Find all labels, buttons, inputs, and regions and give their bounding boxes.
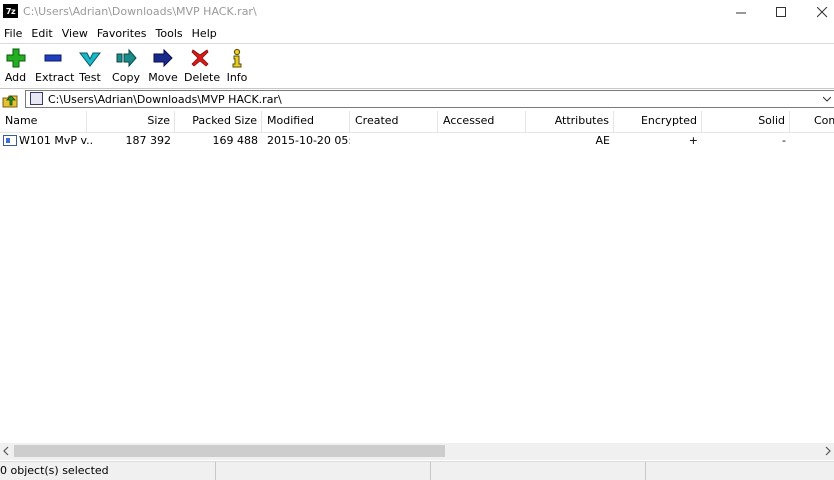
app-icon[interactable]: 7z <box>3 4 18 18</box>
move-arrow-icon <box>153 48 173 68</box>
close-icon <box>817 6 828 17</box>
checkmark-icon <box>79 52 101 67</box>
file-packed-size: 169 488 <box>212 134 259 147</box>
column-solid[interactable]: Solid <box>702 111 790 132</box>
copy-label: Copy <box>112 71 140 84</box>
plus-icon <box>6 48 25 68</box>
address-row: C:\Users\Adrian\Downloads\MVP HACK.rar\ <box>0 88 834 111</box>
info-icon <box>232 48 242 68</box>
address-field[interactable]: C:\Users\Adrian\Downloads\MVP HACK.rar\ <box>25 90 834 108</box>
file-solid: - <box>782 134 786 147</box>
delete-x-icon <box>191 49 209 67</box>
window-title: C:\Users\Adrian\Downloads\MVP HACK.rar\ <box>23 5 257 18</box>
test-label: Test <box>79 71 101 84</box>
horizontal-scrollbar[interactable] <box>0 443 834 460</box>
menu-help[interactable]: Help <box>188 25 222 42</box>
minimize-icon <box>736 12 746 13</box>
up-folder-icon <box>2 95 18 108</box>
column-name[interactable]: Name <box>0 111 87 132</box>
menu-favorites[interactable]: Favorites <box>93 25 152 42</box>
status-divider <box>645 462 646 480</box>
up-folder-button[interactable] <box>2 92 18 108</box>
table-row[interactable]: W101 MvP v... 187 392 169 488 2015-10-20… <box>0 132 834 149</box>
column-size[interactable]: Size <box>87 111 175 132</box>
status-divider <box>430 462 431 480</box>
file-modified: 2015-10-20 05:36 <box>267 134 350 147</box>
maximize-icon <box>776 6 786 17</box>
column-encrypted[interactable]: Encrypted <box>614 111 702 132</box>
move-button[interactable]: Move <box>148 46 178 86</box>
delete-label: Delete <box>184 71 221 84</box>
copy-button[interactable]: Copy <box>112 46 140 86</box>
copy-arrow-icon <box>116 48 137 68</box>
delete-button[interactable]: Delete <box>184 46 221 86</box>
menu-bar: File Edit View Favorites Tools Help <box>0 25 834 42</box>
menu-view[interactable]: View <box>58 25 93 42</box>
chevron-down-icon <box>822 96 832 102</box>
scrollbar-thumb[interactable] <box>14 445 445 457</box>
address-dropdown-button[interactable] <box>822 93 832 106</box>
chevron-right-icon <box>825 446 831 456</box>
menu-tools[interactable]: Tools <box>152 25 188 42</box>
column-created[interactable]: Created <box>350 111 438 132</box>
column-accessed[interactable]: Accessed <box>438 111 526 132</box>
file-name: W101 MvP v... <box>19 134 94 147</box>
file-accessed <box>438 132 526 149</box>
archive-icon <box>30 92 43 105</box>
file-list: W101 MvP v... 187 392 169 488 2015-10-20… <box>0 132 834 442</box>
info-label: Info <box>226 71 248 84</box>
maximize-button[interactable] <box>759 0 804 24</box>
column-packed-size[interactable]: Packed Size <box>175 111 262 132</box>
column-attributes[interactable]: Attributes <box>526 111 614 132</box>
address-path: C:\Users\Adrian\Downloads\MVP HACK.rar\ <box>48 93 282 106</box>
scroll-left-button[interactable] <box>2 446 10 459</box>
file-encrypted: + <box>688 134 698 147</box>
file-attributes: AE <box>595 134 610 147</box>
info-button[interactable]: Info <box>226 46 248 86</box>
add-button[interactable]: Add <box>3 46 28 86</box>
column-header: Name Size Packed Size Modified Created A… <box>0 111 834 133</box>
extract-button[interactable]: Extract <box>35 46 75 86</box>
status-selected: 0 object(s) selected <box>0 464 109 477</box>
extract-label: Extract <box>35 71 75 84</box>
add-label: Add <box>4 71 27 84</box>
close-button[interactable] <box>800 0 834 24</box>
scroll-right-button[interactable] <box>824 446 832 459</box>
move-label: Move <box>148 71 178 84</box>
column-modified[interactable]: Modified <box>262 111 350 132</box>
file-size: 187 392 <box>125 134 172 147</box>
file-created <box>350 132 438 149</box>
toolbar: Add Extract Test Copy Move Delete Info <box>0 43 834 88</box>
test-button[interactable]: Test <box>78 46 102 86</box>
minus-icon <box>44 54 62 62</box>
minimize-button[interactable] <box>719 0 764 24</box>
chevron-left-icon <box>3 446 9 456</box>
title-bar: 7z C:\Users\Adrian\Downloads\MVP HACK.ra… <box>0 0 834 24</box>
menu-edit[interactable]: Edit <box>27 25 57 42</box>
column-comment[interactable]: Comment <box>790 111 834 132</box>
menu-file[interactable]: File <box>0 25 27 42</box>
status-bar: 0 object(s) selected <box>0 461 834 480</box>
status-divider <box>215 462 216 480</box>
